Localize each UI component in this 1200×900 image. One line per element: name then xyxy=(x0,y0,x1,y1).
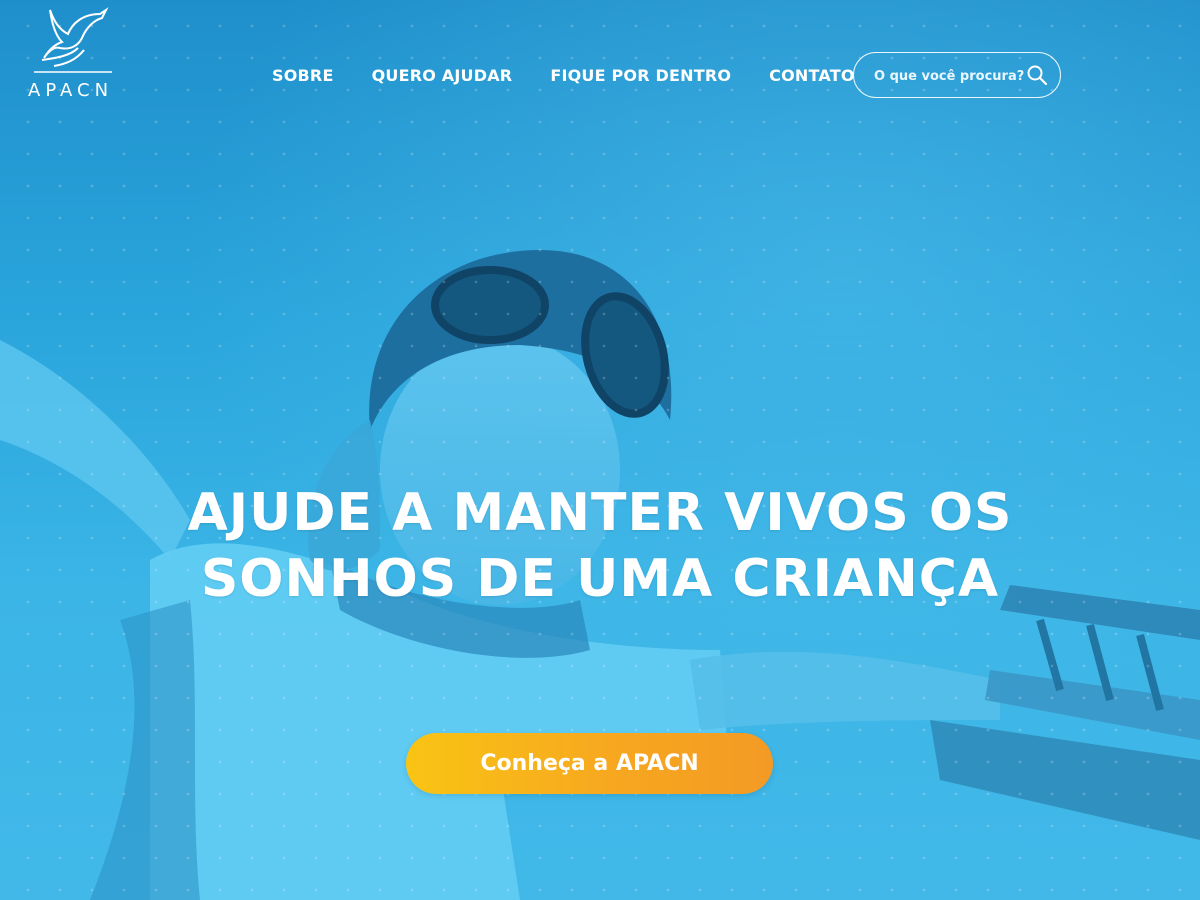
nav-item-quero-ajudar[interactable]: QUERO AJUDAR xyxy=(372,66,513,85)
brand-name: APACN xyxy=(28,80,114,101)
cta-button[interactable]: Conheça a APACN xyxy=(406,733,773,794)
search-icon[interactable] xyxy=(1026,64,1048,86)
search-box xyxy=(853,52,1061,98)
nav-item-contato[interactable]: CONTATO xyxy=(769,66,854,85)
dove-hands-icon xyxy=(34,7,112,73)
hero-headline: AJUDE A MANTER VIVOS OS SONHOS DE UMA CR… xyxy=(100,480,1100,612)
nav-item-sobre[interactable]: SOBRE xyxy=(272,66,334,85)
hero-headline-line-2: SONHOS DE UMA CRIANÇA xyxy=(200,549,1000,609)
main-nav: SOBRE QUERO AJUDAR FIQUE POR DENTRO CONT… xyxy=(272,66,893,85)
logo[interactable]: APACN xyxy=(24,0,120,104)
site-header: APACN SOBRE QUERO AJUDAR FIQUE POR DENTR… xyxy=(0,0,1200,140)
nav-item-fique-por-dentro[interactable]: FIQUE POR DENTRO xyxy=(550,66,731,85)
search-input[interactable] xyxy=(872,65,1026,87)
hero-headline-line-1: AJUDE A MANTER VIVOS OS xyxy=(187,483,1013,543)
